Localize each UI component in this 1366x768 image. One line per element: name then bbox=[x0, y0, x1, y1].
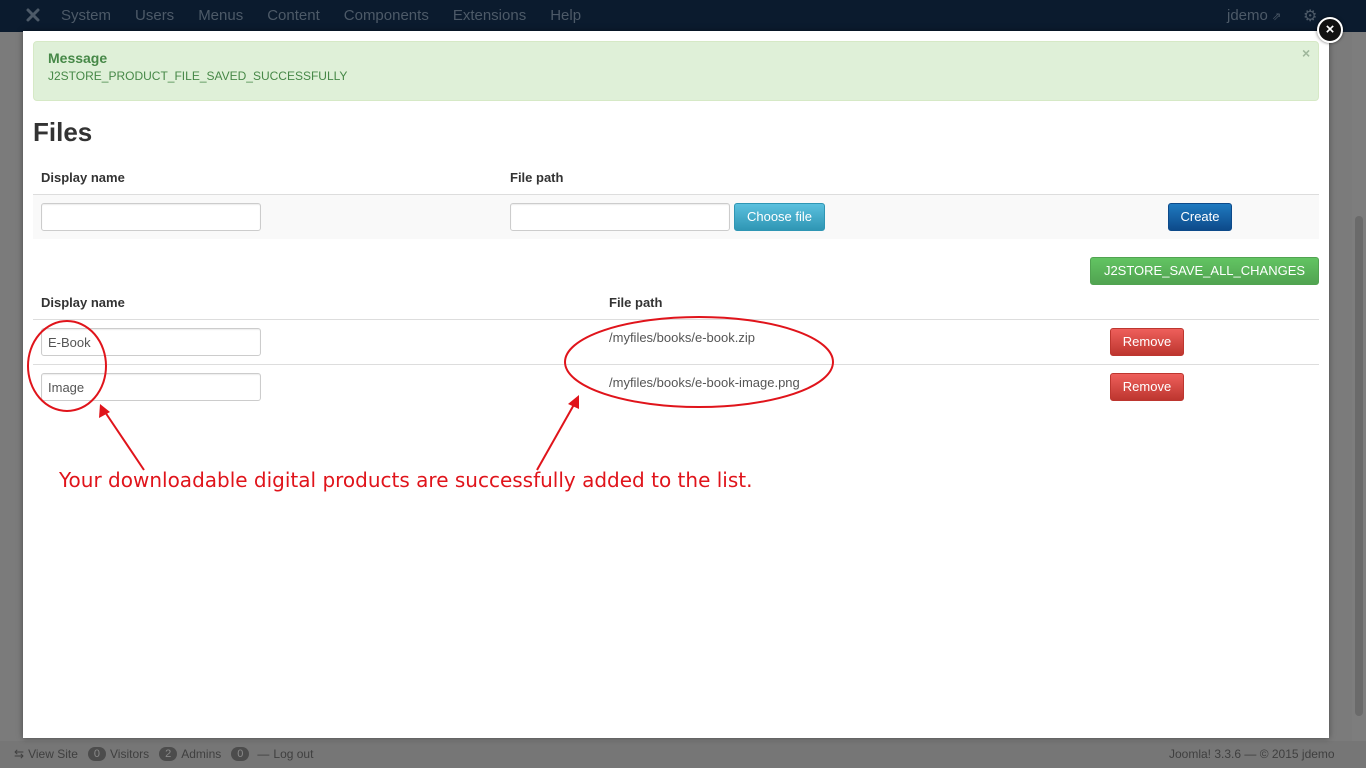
page-scrollbar[interactable] bbox=[1352, 32, 1366, 741]
menu-item-help[interactable]: Help bbox=[550, 7, 581, 24]
menu-item-components[interactable]: Components bbox=[344, 7, 429, 24]
menu-item-extensions[interactable]: Extensions bbox=[453, 7, 526, 24]
alert-message: J2STORE_PRODUCT_FILE_SAVED_SUCCESSFULLY bbox=[48, 69, 348, 83]
admins-label: Admins bbox=[181, 747, 222, 761]
menu-item-menus[interactable]: Menus bbox=[198, 7, 243, 24]
messages-count-badge: 0 bbox=[231, 747, 250, 761]
new-display-name-input[interactable] bbox=[41, 203, 261, 231]
annotation-text: Your downloadable digital products are s… bbox=[59, 468, 753, 492]
logout-icon: — bbox=[257, 747, 270, 761]
create-button[interactable]: Create bbox=[1168, 203, 1232, 231]
files-heading: Files bbox=[33, 117, 93, 147]
row-divider bbox=[33, 364, 1319, 365]
modal-close-button[interactable]: × bbox=[1317, 17, 1343, 43]
remove-button[interactable]: Remove bbox=[1110, 373, 1184, 401]
footer-copyright: Joomla! 3.3.6 — © 2015 jdemo bbox=[1169, 747, 1335, 761]
files-modal: Message J2STORE_PRODUCT_FILE_SAVED_SUCCE… bbox=[23, 31, 1329, 738]
new-file-path-input[interactable] bbox=[510, 203, 730, 231]
page-scrollbar-thumb[interactable] bbox=[1355, 216, 1363, 716]
user-menu[interactable]: jdemo ⇗ bbox=[1227, 7, 1281, 24]
admins-count-badge: 2 bbox=[159, 747, 178, 761]
menu-item-content[interactable]: Content bbox=[267, 7, 320, 24]
row-file-path: /myfiles/books/e-book-image.png bbox=[609, 375, 800, 390]
external-link-icon: ⇗ bbox=[1272, 11, 1282, 23]
annotation-arrow-right bbox=[536, 400, 577, 471]
annotation-arrowhead-left bbox=[99, 404, 110, 418]
new-file-path-header: File path bbox=[510, 170, 564, 185]
success-alert: Message J2STORE_PRODUCT_FILE_SAVED_SUCCE… bbox=[33, 41, 1319, 101]
new-display-name-header: Display name bbox=[41, 170, 125, 185]
menu-item-users[interactable]: Users bbox=[135, 7, 174, 24]
joomla-logo-icon bbox=[26, 8, 40, 22]
list-display-name-header: Display name bbox=[41, 295, 125, 310]
list-file-path-header: File path bbox=[609, 295, 663, 310]
visitors-label: Visitors bbox=[110, 747, 150, 761]
row-file-path: /myfiles/books/e-book.zip bbox=[609, 330, 755, 345]
view-site-link[interactable]: View Site bbox=[28, 747, 78, 761]
view-site-icon: ⇆ bbox=[14, 747, 25, 761]
admin-menubar: System Users Menus Content Components Ex… bbox=[0, 0, 1366, 32]
choose-file-button[interactable]: Choose file bbox=[734, 203, 825, 231]
logout-link[interactable]: Log out bbox=[273, 747, 313, 761]
alert-close-icon[interactable]: × bbox=[1302, 45, 1310, 61]
admin-menu: System Users Menus Content Components Ex… bbox=[61, 7, 605, 24]
row-display-name-input[interactable] bbox=[41, 328, 261, 356]
alert-title: Message bbox=[48, 50, 108, 66]
visitors-count-badge: 0 bbox=[87, 747, 106, 761]
row-display-name-input[interactable] bbox=[41, 373, 261, 401]
annotation-arrowhead-right bbox=[568, 395, 579, 409]
remove-button[interactable]: Remove bbox=[1110, 328, 1184, 356]
save-all-changes-button[interactable]: J2STORE_SAVE_ALL_CHANGES bbox=[1090, 257, 1319, 285]
status-bar: ⇆ View Site 0 Visitors 2 Admins 0 — Log … bbox=[0, 741, 1366, 768]
gear-icon[interactable]: ⚙ bbox=[1303, 6, 1317, 26]
user-name: jdemo bbox=[1227, 7, 1268, 24]
menu-item-system[interactable]: System bbox=[61, 7, 111, 24]
list-header-divider bbox=[33, 319, 1319, 320]
annotation-arrow-left bbox=[102, 408, 145, 471]
